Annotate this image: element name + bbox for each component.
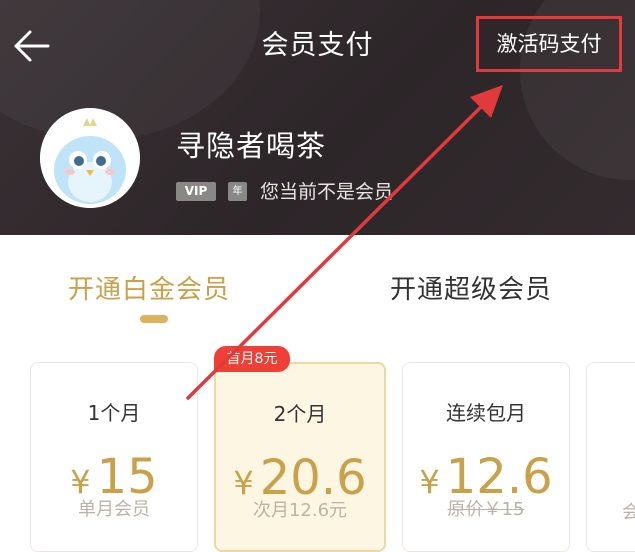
partial-card-note: 会 [622,502,635,523]
currency-symbol: ¥ [233,464,254,502]
member-status-text: 您当前不是会员 [260,181,394,203]
plan-period: 连续包月 [446,401,526,425]
currency-symbol: ¥ [70,463,91,501]
tab-super-membership[interactable]: 开通超级会员 [390,270,552,310]
vip-badge: VIP [176,182,216,201]
year-badge: 年 [228,182,247,201]
plan-note: 单月会员 [78,499,150,520]
bird-avatar-icon [40,108,140,208]
currency-symbol: ¥ [419,463,440,501]
plan-period: 1个月 [87,401,141,425]
activation-code-pay-button[interactable]: 激活码支付 [476,16,622,72]
tab-platinum-membership[interactable]: 开通白金会员 [68,270,230,310]
plan-period: 2个月 [273,402,327,426]
plan-card-1-month[interactable]: 1个月 ¥15 单月会员 [30,362,198,552]
plan-card-continuous-monthly[interactable]: 连续包月 ¥12.6 原价￥15 [402,362,570,552]
plan-original-price: 原价￥15 [447,499,525,520]
plan-note: 次月12.6元 [252,500,348,521]
username: 寻隐者喝茶 [176,129,327,163]
header-decoration [0,0,260,140]
header: 会员支付 激活码支付 寻隐者喝茶 VIP 年 您当前不是会员 [0,0,635,235]
avatar[interactable] [40,108,140,208]
active-tab-indicator [140,315,168,323]
plan-card-2-months[interactable]: 2个月 ¥20.6 次月12.6元 [214,362,386,552]
promo-tag: 首月8元 [214,346,290,372]
